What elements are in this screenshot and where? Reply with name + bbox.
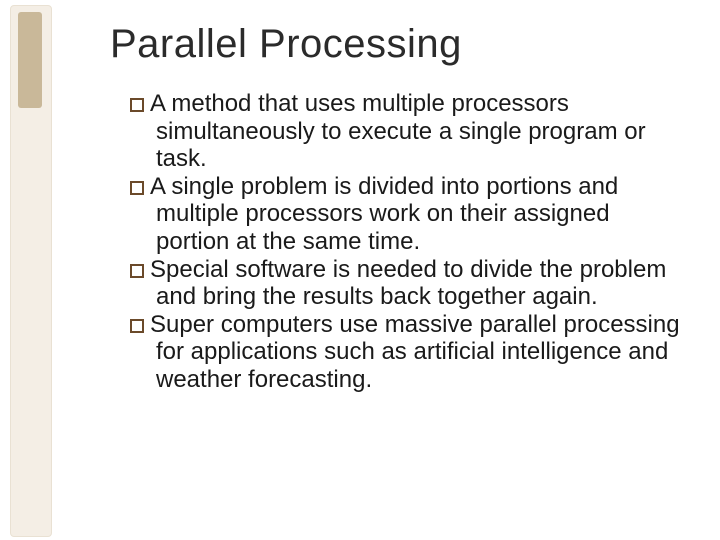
bullet-item: Super computers use massive parallel pro… [130, 311, 680, 394]
slide-title: Parallel Processing [110, 22, 462, 67]
bullet-text: Super computers use massive parallel pro… [150, 311, 680, 393]
bullet-item: A method that uses multiple processors s… [130, 90, 680, 173]
slide-body: A method that uses multiple processors s… [130, 90, 680, 394]
square-bullet-icon [130, 98, 144, 112]
square-bullet-icon [130, 264, 144, 278]
bullet-text: A single problem is divided into portion… [150, 173, 618, 255]
bullet-item: Special software is needed to divide the… [130, 256, 680, 311]
bullet-text: A method that uses multiple processors s… [150, 90, 646, 172]
slide: Parallel Processing A method that uses m… [0, 0, 720, 540]
square-bullet-icon [130, 181, 144, 195]
decorative-band-accent [18, 12, 42, 108]
square-bullet-icon [130, 319, 144, 333]
decorative-band-fill [18, 118, 42, 528]
bullet-item: A single problem is divided into portion… [130, 173, 680, 256]
bullet-text: Special software is needed to divide the… [150, 256, 666, 311]
